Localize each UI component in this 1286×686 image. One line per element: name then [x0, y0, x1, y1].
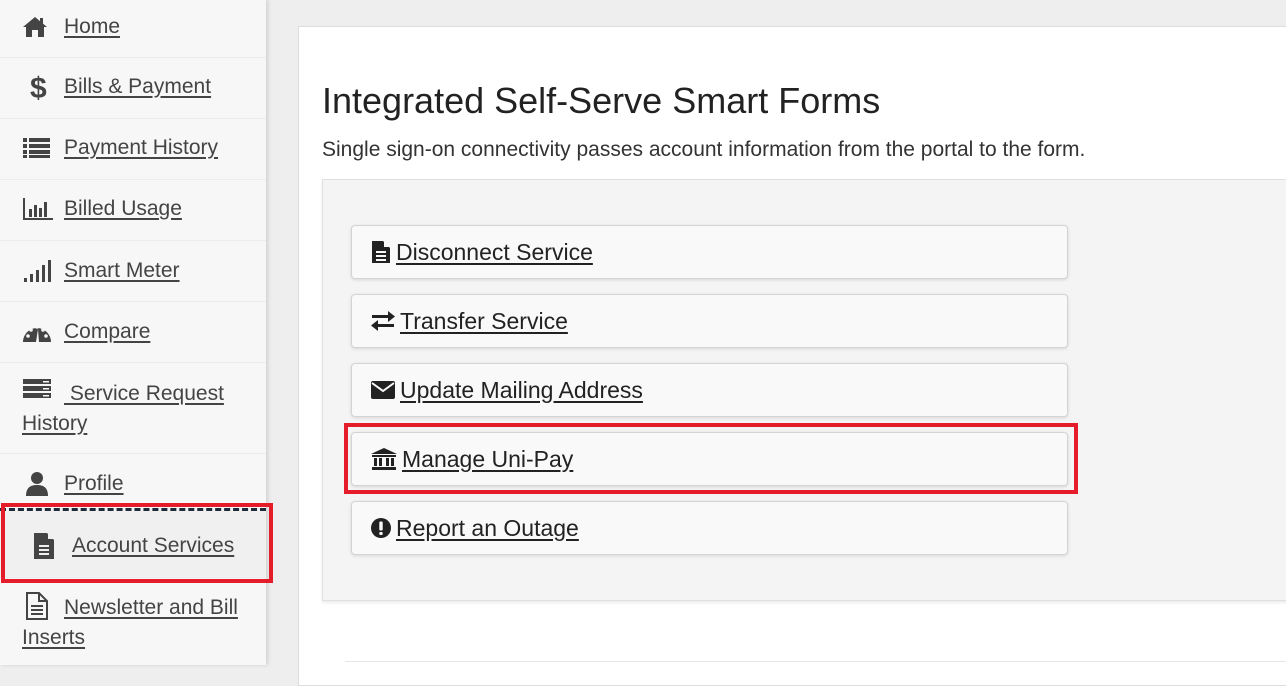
file-text-icon — [370, 240, 392, 264]
envelope-icon — [370, 380, 396, 400]
bar-chart-icon — [22, 196, 56, 222]
sidebar-item-label[interactable]: Home — [64, 12, 120, 42]
exchange-icon — [370, 311, 396, 331]
home-icon — [22, 14, 56, 40]
sidebar-item-service-request-history[interactable]: Service Request History — [0, 363, 266, 454]
form-label: Manage Uni-Pay — [402, 445, 574, 472]
sidebar-item-payment-history[interactable]: Payment History — [0, 119, 266, 180]
sidebar-item-label[interactable]: Smart Meter — [64, 256, 180, 286]
form-label: Transfer Service — [400, 307, 568, 334]
sidebar-item-smart-meter[interactable]: Smart Meter — [0, 241, 266, 302]
sidebar-item-label[interactable]: Account Services — [72, 531, 234, 561]
dollar-icon: $ — [22, 72, 56, 102]
user-icon — [22, 471, 56, 497]
sidebar-item-label[interactable]: Compare — [64, 317, 150, 347]
dashboard-icon — [22, 319, 56, 345]
divider — [345, 661, 1286, 662]
form-label: Update Mailing Address — [400, 376, 643, 403]
sidebar-item-label[interactable]: Billed Usage — [64, 194, 182, 224]
form-label: Disconnect Service — [396, 238, 593, 265]
disconnect-service-button[interactable]: Disconnect Service — [351, 225, 1068, 279]
sidebar-item-profile[interactable]: Profile — [0, 454, 266, 510]
sidebar-item-home[interactable]: Home — [0, 0, 266, 58]
svg-text:$: $ — [30, 72, 47, 102]
list-icon — [22, 135, 56, 161]
bank-icon — [370, 447, 398, 471]
server-icon — [22, 378, 56, 404]
file-outline-icon — [22, 592, 56, 620]
manage-uni-pay-button[interactable]: Manage Uni-Pay — [351, 432, 1068, 486]
sidebar-nav: Home $ Bills & Payment Payment History B… — [0, 0, 266, 665]
sidebar-item-label[interactable]: Bills & Payment — [64, 72, 211, 102]
sidebar-item-account-services[interactable]: Account Services — [0, 508, 266, 578]
sidebar-item-newsletter-bill-inserts[interactable]: Newsletter and Bill Inserts — [0, 578, 266, 665]
sidebar-item-label[interactable]: Payment History — [64, 133, 218, 163]
transfer-service-button[interactable]: Transfer Service — [351, 294, 1068, 348]
main-content: Integrated Self-Serve Smart Forms Single… — [298, 26, 1286, 686]
smart-forms-panel: Disconnect Service Transfer Service Upda… — [322, 179, 1286, 601]
page-title: Integrated Self-Serve Smart Forms — [322, 80, 881, 121]
form-label: Report an Outage — [396, 514, 579, 541]
sidebar-item-label[interactable]: Profile — [64, 469, 124, 499]
file-text-icon — [30, 533, 64, 559]
exclamation-circle-icon — [370, 517, 392, 539]
report-outage-button[interactable]: Report an Outage — [351, 501, 1068, 555]
sidebar-item-compare[interactable]: Compare — [0, 302, 266, 363]
page-subtitle: Single sign-on connectivity passes accou… — [322, 138, 1086, 161]
sidebar-item-bills-payment[interactable]: $ Bills & Payment — [0, 58, 266, 119]
signal-icon — [22, 258, 56, 284]
update-mailing-address-button[interactable]: Update Mailing Address — [351, 363, 1068, 417]
sidebar-item-billed-usage[interactable]: Billed Usage — [0, 180, 266, 241]
